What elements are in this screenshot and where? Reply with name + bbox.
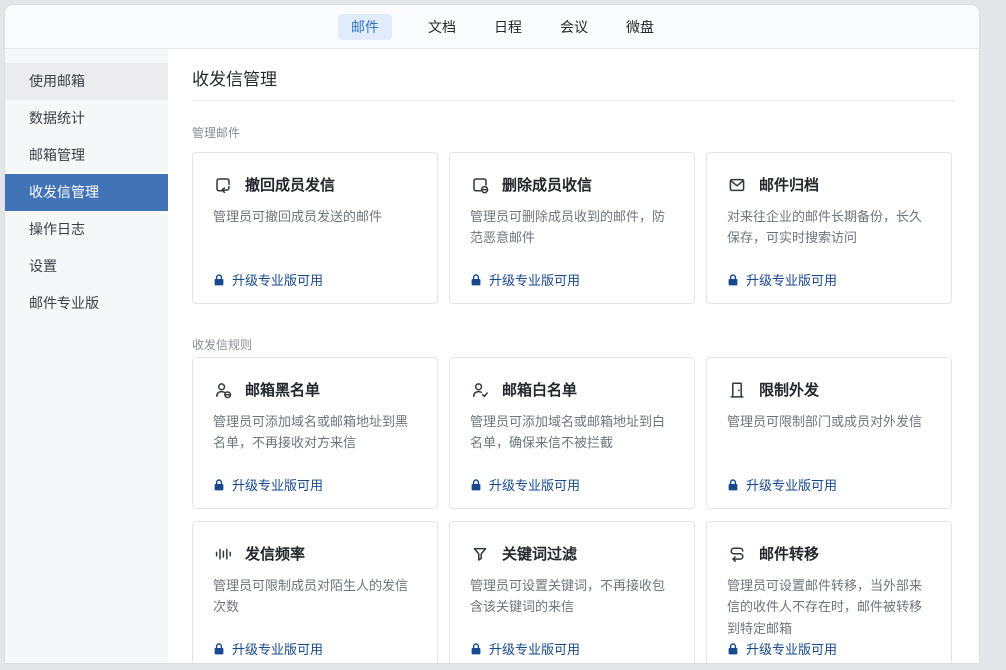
lock-icon — [213, 273, 225, 287]
card-mail-transfer[interactable]: 邮件转移 管理员可设置邮件转移，当外部来信的收件人不存在时，邮件被转移到特定邮箱… — [706, 521, 952, 663]
card-mail-archive[interactable]: 邮件归档 对来往企业的邮件长期备份，长久保存，可实时搜索访问 升级专业版可用 — [706, 152, 952, 304]
upgrade-label: 升级专业版可用 — [232, 270, 323, 289]
card-keyword-filter[interactable]: 关键词过滤 管理员可设置关键词，不再接收包含该关键词的来信 升级专业版可用 — [449, 521, 695, 663]
upgrade-pro-link[interactable]: 升级专业版可用 — [470, 270, 580, 289]
section-label-manage-mail: 管理邮件 — [192, 124, 240, 141]
tab-docs[interactable]: 文档 — [426, 14, 458, 40]
lock-icon — [470, 478, 482, 492]
upgrade-label: 升级专业版可用 — [232, 475, 323, 494]
app-window: 邮件 文档 日程 会议 微盘 使用邮箱 数据统计 邮箱管理 收发信管理 操作日志… — [5, 5, 979, 663]
main-content: 收发信管理 管理邮件 撤回成员发信 管理员可撤回成员发送的邮件 升级专业版可用 — [168, 49, 979, 663]
card-desc: 管理员可设置关键词，不再接收包含该关键词的来信 — [470, 575, 674, 618]
lock-icon — [213, 642, 225, 656]
frequency-bars-icon — [213, 544, 233, 564]
upgrade-label: 升级专业版可用 — [489, 639, 580, 658]
card-row-3: 发信频率 管理员可限制成员对陌生人的发信次数 升级专业版可用 关键词过滤 — [192, 521, 952, 663]
upgrade-label: 升级专业版可用 — [746, 475, 837, 494]
card-mailbox-blacklist[interactable]: 邮箱黑名单 管理员可添加域名或邮箱地址到黑名单，不再接收对方来信 升级专业版可用 — [192, 357, 438, 509]
title-divider — [192, 100, 955, 101]
card-title: 邮件归档 — [759, 174, 819, 195]
upgrade-pro-link[interactable]: 升级专业版可用 — [727, 639, 837, 658]
tab-calendar[interactable]: 日程 — [492, 14, 524, 40]
upgrade-pro-link[interactable]: 升级专业版可用 — [213, 639, 323, 658]
card-desc: 管理员可限制成员对陌生人的发信次数 — [213, 575, 417, 618]
card-send-frequency[interactable]: 发信频率 管理员可限制成员对陌生人的发信次数 升级专业版可用 — [192, 521, 438, 663]
tab-meeting[interactable]: 会议 — [558, 14, 590, 40]
card-title: 限制外发 — [759, 379, 819, 400]
card-desc: 管理员可删除成员收到的邮件，防范恶意邮件 — [470, 206, 674, 249]
top-navigation: 邮件 文档 日程 会议 微盘 — [5, 5, 979, 49]
card-title: 邮件转移 — [759, 543, 819, 564]
upgrade-pro-link[interactable]: 升级专业版可用 — [213, 475, 323, 494]
door-icon — [727, 380, 747, 400]
sidebar-item-mail-pro[interactable]: 邮件专业版 — [5, 285, 168, 322]
person-check-icon — [470, 380, 490, 400]
upgrade-label: 升级专业版可用 — [489, 475, 580, 494]
card-row-1: 撤回成员发信 管理员可撤回成员发送的邮件 升级专业版可用 删除成员收信 — [192, 152, 952, 304]
upgrade-label: 升级专业版可用 — [232, 639, 323, 658]
transfer-arrow-icon — [727, 544, 747, 564]
upgrade-pro-link[interactable]: 升级专业版可用 — [470, 639, 580, 658]
upgrade-label: 升级专业版可用 — [746, 639, 837, 658]
filter-funnel-icon — [470, 544, 490, 564]
upgrade-pro-link[interactable]: 升级专业版可用 — [470, 475, 580, 494]
card-title: 邮箱白名单 — [502, 379, 577, 400]
tab-mail[interactable]: 邮件 — [338, 14, 392, 40]
upgrade-pro-link[interactable]: 升级专业版可用 — [727, 475, 837, 494]
person-minus-icon — [213, 380, 233, 400]
lock-icon — [727, 273, 739, 287]
mail-archive-icon — [727, 175, 747, 195]
card-title: 发信频率 — [245, 543, 305, 564]
card-title: 删除成员收信 — [502, 174, 592, 195]
card-recall-member-mail[interactable]: 撤回成员发信 管理员可撤回成员发送的邮件 升级专业版可用 — [192, 152, 438, 304]
card-row-2: 邮箱黑名单 管理员可添加域名或邮箱地址到黑名单，不再接收对方来信 升级专业版可用… — [192, 357, 952, 509]
lock-icon — [213, 478, 225, 492]
section-label-send-receive-rules: 收发信规则 — [192, 336, 252, 353]
upgrade-label: 升级专业版可用 — [489, 270, 580, 289]
sidebar-item-send-receive-management[interactable]: 收发信管理 — [5, 174, 168, 211]
lock-icon — [470, 642, 482, 656]
tab-drive[interactable]: 微盘 — [624, 14, 656, 40]
sidebar-item-mailbox-management[interactable]: 邮箱管理 — [5, 137, 168, 174]
upgrade-pro-link[interactable]: 升级专业版可用 — [213, 270, 323, 289]
mail-recall-icon — [213, 175, 233, 195]
card-desc: 对来往企业的邮件长期备份，长久保存，可实时搜索访问 — [727, 206, 931, 249]
upgrade-pro-link[interactable]: 升级专业版可用 — [727, 270, 837, 289]
upgrade-label: 升级专业版可用 — [746, 270, 837, 289]
card-desc: 管理员可撤回成员发送的邮件 — [213, 206, 417, 227]
card-desc: 管理员可设置邮件转移，当外部来信的收件人不存在时，邮件被转移到特定邮箱 — [727, 575, 931, 639]
card-title: 关键词过滤 — [502, 543, 577, 564]
sidebar-item-statistics[interactable]: 数据统计 — [5, 100, 168, 137]
top-tabs: 邮件 文档 日程 会议 微盘 — [338, 14, 656, 40]
card-desc: 管理员可添加域名或邮箱地址到黑名单，不再接收对方来信 — [213, 411, 417, 454]
sidebar-item-settings[interactable]: 设置 — [5, 248, 168, 285]
sidebar-item-operation-log[interactable]: 操作日志 — [5, 211, 168, 248]
mail-delete-icon — [470, 175, 490, 195]
page-title: 收发信管理 — [192, 65, 277, 90]
sidebar-item-use-mailbox[interactable]: 使用邮箱 — [5, 63, 168, 100]
lock-icon — [727, 478, 739, 492]
card-desc: 管理员可限制部门或成员对外发信 — [727, 411, 931, 432]
card-title: 邮箱黑名单 — [245, 379, 320, 400]
card-title: 撤回成员发信 — [245, 174, 335, 195]
card-mailbox-whitelist[interactable]: 邮箱白名单 管理员可添加域名或邮箱地址到白名单，确保来信不被拦截 升级专业版可用 — [449, 357, 695, 509]
sidebar: 使用邮箱 数据统计 邮箱管理 收发信管理 操作日志 设置 邮件专业版 — [5, 49, 168, 663]
lock-icon — [727, 642, 739, 656]
card-desc: 管理员可添加域名或邮箱地址到白名单，确保来信不被拦截 — [470, 411, 674, 454]
card-restrict-outgoing[interactable]: 限制外发 管理员可限制部门或成员对外发信 升级专业版可用 — [706, 357, 952, 509]
card-delete-member-mail[interactable]: 删除成员收信 管理员可删除成员收到的邮件，防范恶意邮件 升级专业版可用 — [449, 152, 695, 304]
lock-icon — [470, 273, 482, 287]
